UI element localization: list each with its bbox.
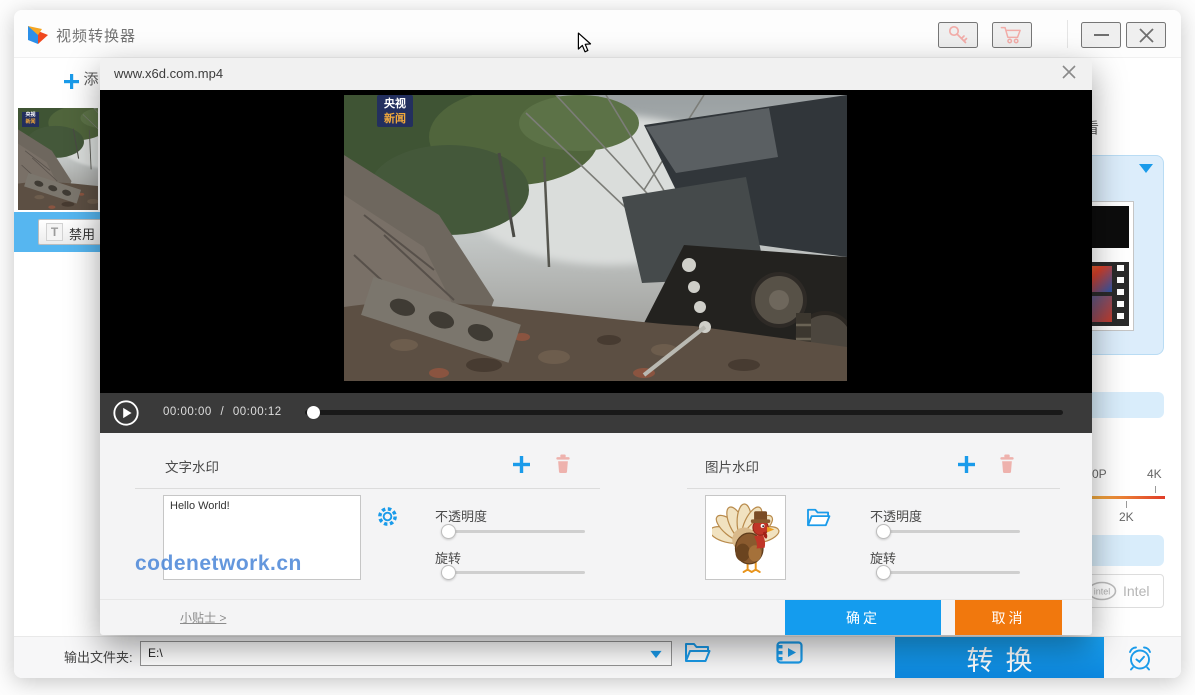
- text-style-settings-button[interactable]: [376, 505, 399, 531]
- watermark-dialog: www.x6d.com.mp4 央视 新闻 00:00:00 / 00:00:1…: [100, 58, 1092, 635]
- minimize-icon: [1093, 34, 1109, 36]
- folder-icon: [807, 508, 831, 527]
- output-folder-label: 输出文件夹:: [64, 650, 133, 665]
- output-folder-select[interactable]: E:\: [140, 641, 672, 666]
- screenshot-watermark: codenetwork.cn: [135, 552, 302, 575]
- resolution-label-right: 4K: [1147, 467, 1162, 481]
- key-icon: [948, 25, 968, 44]
- output-bar: 输出文件夹: E:\ 转换: [14, 636, 1181, 678]
- schedule-task-button[interactable]: [1126, 644, 1154, 675]
- video-stage: 央视 新闻: [100, 90, 1092, 393]
- plus-icon: [958, 456, 975, 473]
- subtitle-value: 禁用: [69, 227, 96, 242]
- app-title: 视频转换器: [56, 28, 137, 45]
- add-files-label-fragment: 添: [83, 71, 99, 88]
- mouse-cursor-icon: [577, 32, 592, 53]
- player-controls: 00:00:00 / 00:00:12: [100, 393, 1092, 433]
- news-badge-line2: 新闻: [384, 113, 406, 125]
- register-key-button[interactable]: [938, 22, 978, 48]
- text-opacity-knob[interactable]: [441, 524, 456, 539]
- dialog-close-button[interactable]: [1062, 65, 1076, 82]
- film-preview-icon: [776, 641, 803, 664]
- seek-bar[interactable]: [305, 406, 1063, 419]
- time-total: 00:00:12: [232, 406, 282, 418]
- seek-knob[interactable]: [307, 406, 320, 419]
- gear-icon: [378, 507, 397, 526]
- close-window-button[interactable]: [1126, 22, 1166, 48]
- video-thumbnail[interactable]: 央视 新闻: [18, 108, 98, 210]
- text-rotate-slider[interactable]: [441, 565, 585, 580]
- thumbnail-news-badge: 央视 新闻: [22, 112, 39, 127]
- screen: 视频转换器 添 央视 新闻 T 禁用 输出文件夹: E:\ 转换 0P 4K 2…: [0, 0, 1195, 695]
- image-section-divider: [687, 488, 1060, 489]
- footer-divider: [100, 599, 1092, 600]
- image-opacity-slider[interactable]: [876, 524, 1020, 539]
- browse-output-folder-button[interactable]: [684, 641, 711, 667]
- add-text-watermark-button[interactable]: [513, 456, 530, 476]
- intel-label: Intel: [1123, 583, 1150, 599]
- svg-text:intel: intel: [1094, 587, 1111, 597]
- close-icon: [1138, 27, 1154, 43]
- output-folder-value: E:\: [148, 646, 163, 660]
- shopping-cart-icon: [1000, 26, 1021, 44]
- folder-icon: [685, 643, 711, 662]
- preview-output-button[interactable]: [776, 641, 803, 667]
- text-opacity-label: 不透明度: [435, 509, 488, 524]
- turkey-image: [711, 502, 779, 573]
- subtitle-t-icon: T: [46, 223, 63, 241]
- output-dropdown-icon[interactable]: [650, 650, 662, 659]
- convert-button[interactable]: 转换: [895, 637, 1104, 678]
- text-watermark-title: 文字水印: [165, 460, 219, 475]
- titlebar-separator: [1067, 20, 1068, 48]
- watermark-image-preview: [705, 495, 786, 580]
- add-image-watermark-button[interactable]: [958, 456, 975, 476]
- trash-icon: [556, 454, 570, 473]
- image-opacity-label: 不透明度: [870, 509, 923, 524]
- alarm-clock-icon: [1129, 646, 1151, 671]
- image-watermark-title: 图片水印: [705, 460, 759, 475]
- delete-text-watermark-button[interactable]: [554, 454, 572, 477]
- image-opacity-knob[interactable]: [876, 524, 891, 539]
- text-rotate-knob[interactable]: [441, 565, 456, 580]
- ok-button[interactable]: 确定: [785, 600, 941, 635]
- format-dropdown-icon[interactable]: [1139, 164, 1153, 173]
- image-rotate-knob[interactable]: [876, 565, 891, 580]
- resolution-label-left: 0P: [1092, 467, 1107, 481]
- resolution-tick-4k: [1155, 486, 1156, 493]
- dialog-close-icon: [1062, 65, 1076, 79]
- cancel-button[interactable]: 取消: [955, 600, 1062, 635]
- news-badge-line1: 央视: [384, 98, 406, 110]
- browse-image-button[interactable]: [806, 507, 831, 531]
- news-badge: 央视 新闻: [377, 95, 413, 127]
- plus-icon: [64, 74, 79, 89]
- video-frame-image: [344, 95, 847, 381]
- minimize-button[interactable]: [1081, 22, 1121, 48]
- subtitle-select[interactable]: T 禁用: [38, 219, 100, 245]
- resolution-label-mid: 2K: [1119, 510, 1134, 524]
- play-button[interactable]: [112, 399, 140, 430]
- time-separator: /: [220, 406, 225, 418]
- play-icon: [113, 400, 139, 426]
- delete-image-watermark-button[interactable]: [998, 454, 1016, 477]
- tips-link[interactable]: 小贴士 >: [180, 609, 226, 626]
- time-display: 00:00:00 / 00:00:12: [163, 406, 282, 418]
- store-cart-button[interactable]: [992, 22, 1032, 48]
- dialog-titlebar: www.x6d.com.mp4: [100, 58, 1092, 90]
- text-opacity-slider[interactable]: [441, 524, 585, 539]
- trash-icon: [1000, 454, 1014, 473]
- app-logo-icon: [28, 26, 48, 44]
- text-section-divider: [135, 488, 600, 489]
- image-rotate-slider[interactable]: [876, 565, 1020, 580]
- subtitle-track-row: T 禁用: [14, 212, 100, 252]
- dialog-title: www.x6d.com.mp4: [114, 66, 224, 81]
- resolution-tick-2k: [1126, 501, 1127, 508]
- plus-icon: [513, 456, 530, 473]
- app-titlebar: 视频转换器: [14, 10, 1181, 58]
- time-current: 00:00:00: [163, 406, 212, 418]
